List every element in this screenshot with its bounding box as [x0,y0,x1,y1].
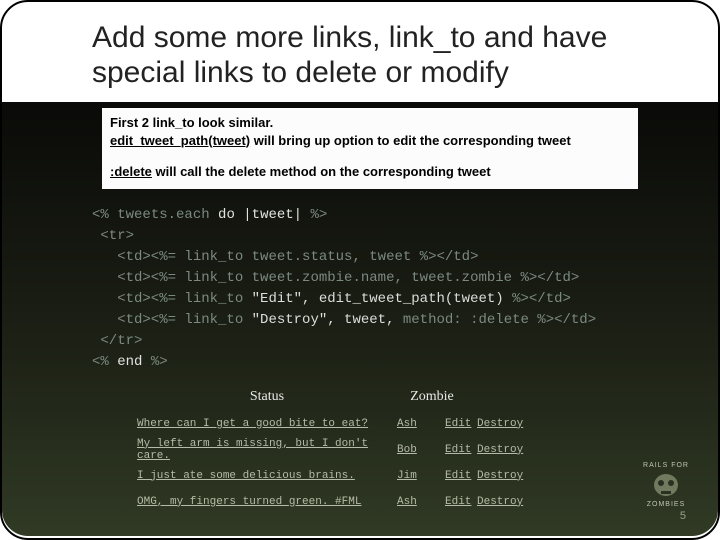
note-line-3-rest: will call the delete method on the corre… [152,164,491,179]
cell-zombie[interactable]: Bob [397,444,445,456]
table-row: I just ate some delicious brains. Jim Ed… [137,463,718,489]
table-header: Status Zombie [137,389,718,411]
cell-destroy[interactable]: Destroy [477,470,527,482]
cell-edit[interactable]: Edit [445,496,477,508]
cell-edit[interactable]: Edit [445,470,477,482]
note-spacer [110,149,630,163]
table-row: OMG, my fingers turned green. #FML Ash E… [137,489,718,515]
code-line: </tr> [92,331,718,352]
note-edit-code: edit_tweet_path(tweet) [110,133,250,148]
cell-edit[interactable]: Edit [445,418,477,430]
slide: Add some more links, link_to and have sp… [0,0,720,540]
table-row: My left arm is missing, but I don't care… [137,437,718,463]
cell-zombie[interactable]: Jim [397,470,445,482]
code-line: <tr> [92,226,718,247]
code-line: <td><%= link_to tweet.zombie.name, tweet… [92,268,718,289]
note-line-2: edit_tweet_path(tweet) will bring up opt… [110,132,630,150]
page-number: 5 [680,510,686,522]
cell-status[interactable]: I just ate some delicious brains. [137,470,397,482]
code-block: <% tweets.each do |tweet| %> <tr> <td><%… [2,201,718,383]
logo-top-text: RAILS FOR [643,462,689,469]
rails-for-zombies-logo: RAILS FOR ZOMBIES [634,462,698,522]
note-line-3: :delete will call the delete method on t… [110,163,630,181]
cell-status[interactable]: OMG, my fingers turned green. #FML [137,496,397,508]
note-line-2-rest: will bring up option to edit the corresp… [250,133,571,148]
cell-status[interactable]: My left arm is missing, but I don't care… [137,438,397,462]
cell-zombie[interactable]: Ash [397,418,445,430]
th-zombie: Zombie [397,389,467,405]
annotation-box: First 2 link_to look similar. edit_tweet… [102,108,638,189]
code-line: <td><%= link_to "Edit", edit_tweet_path(… [92,289,718,310]
note-line-1: First 2 link_to look similar. [110,114,630,132]
code-line: <td><%= link_to tweet.status, tweet %></… [92,247,718,268]
zombie-icon [649,471,683,501]
cell-zombie[interactable]: Ash [397,496,445,508]
logo-bottom-text: ZOMBIES [647,501,686,508]
slide-body: First 2 link_to look similar. edit_tweet… [2,102,718,536]
code-line: <% end %> [92,352,718,373]
code-line: <% tweets.each do |tweet| %> [92,205,718,226]
th-status: Status [137,389,397,405]
cell-destroy[interactable]: Destroy [477,418,527,430]
output-table: Status Zombie Where can I get a good bit… [137,389,718,515]
cell-status[interactable]: Where can I get a good bite to eat? [137,418,397,430]
cell-destroy[interactable]: Destroy [477,444,527,456]
table-row: Where can I get a good bite to eat? Ash … [137,411,718,437]
slide-title: Add some more links, link_to and have sp… [2,2,718,97]
cell-edit[interactable]: Edit [445,444,477,456]
cell-destroy[interactable]: Destroy [477,496,527,508]
note-delete-code: :delete [110,164,152,179]
code-line: <td><%= link_to "Destroy", tweet, method… [92,310,718,331]
